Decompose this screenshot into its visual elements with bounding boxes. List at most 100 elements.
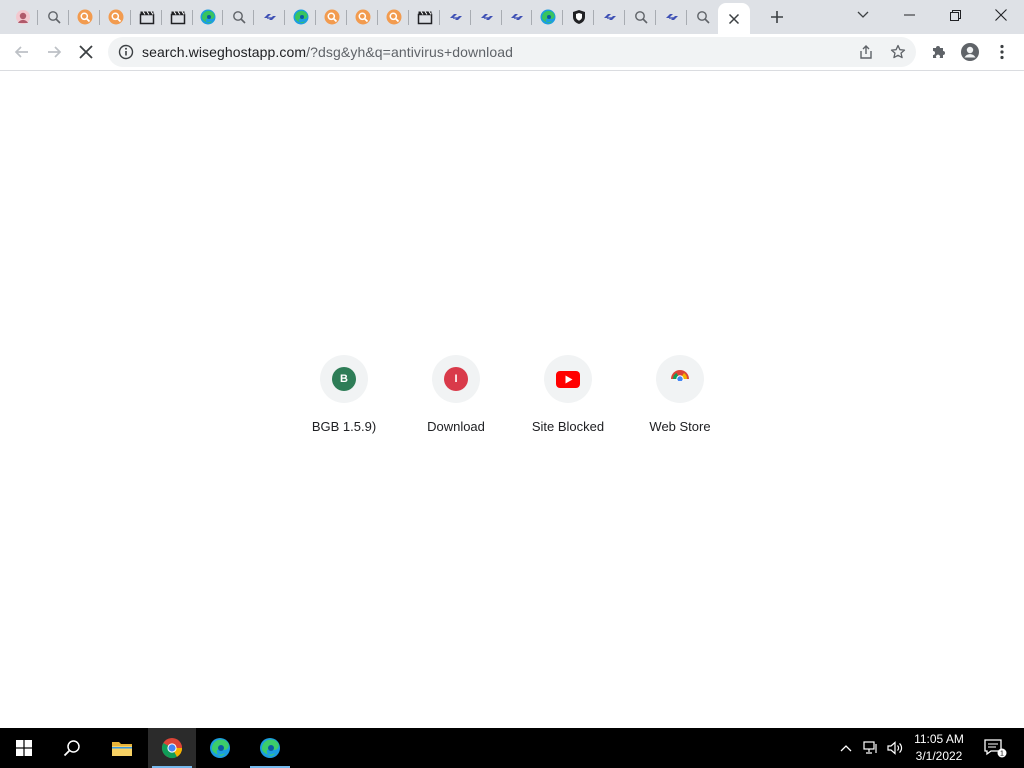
star-icon <box>890 44 906 59</box>
orange-search-icon <box>108 9 124 25</box>
network-button[interactable] <box>860 728 882 768</box>
shortcut-icon-circle: I <box>432 355 480 403</box>
forward-button[interactable] <box>40 38 68 66</box>
tab-close-button[interactable] <box>717 3 750 34</box>
more-vert-icon <box>1000 44 1004 60</box>
chrome-icon <box>161 738 183 759</box>
tab-search-button[interactable] <box>840 0 886 30</box>
action-center-button[interactable]: 1 <box>980 728 1010 768</box>
browser-tab[interactable] <box>472 3 502 31</box>
shortcut-tile-download[interactable]: I Download <box>400 355 512 439</box>
letter-i-icon: I <box>444 367 468 391</box>
taskbar-search-button[interactable] <box>48 728 96 768</box>
close-icon <box>995 9 1007 21</box>
clock-time: 11:05 AM <box>914 732 964 746</box>
tab-separator <box>624 10 626 25</box>
shortcut-tile-web-store[interactable]: Web Store <box>624 355 736 439</box>
info-icon[interactable] <box>118 44 134 60</box>
back-button[interactable] <box>8 38 36 66</box>
browser-toolbar: search.wiseghostapp.com/?dsg&yh&q=antivi… <box>0 34 1024 71</box>
url-text[interactable]: search.wiseghostapp.com/?dsg&yh&q=antivi… <box>142 44 513 60</box>
orange-search-icon <box>324 9 340 25</box>
browser-tab[interactable] <box>410 3 440 31</box>
address-bar[interactable]: search.wiseghostapp.com/?dsg&yh&q=antivi… <box>108 37 916 67</box>
tab-separator <box>160 10 162 25</box>
tab-separator <box>593 10 595 25</box>
browser-tab[interactable] <box>595 3 626 31</box>
clapperboard-icon <box>170 11 185 25</box>
start-button[interactable] <box>0 728 48 768</box>
close-icon <box>728 13 739 24</box>
taskbar-file-explorer[interactable] <box>98 728 146 768</box>
browser-tab[interactable] <box>379 3 409 31</box>
tab-separator <box>253 10 255 25</box>
browser-tab[interactable] <box>317 3 347 31</box>
edge-icon <box>260 738 280 758</box>
browser-tab[interactable] <box>688 3 718 31</box>
browser-tab[interactable] <box>657 3 687 31</box>
tab-separator <box>37 10 38 25</box>
browser-tab[interactable] <box>502 3 533 31</box>
taskbar-clock[interactable]: 11:05 AM 3/1/2022 <box>904 731 974 765</box>
browser-tab[interactable] <box>163 3 193 31</box>
minimize-icon <box>903 14 915 16</box>
tab-separator <box>191 10 193 25</box>
extensions-button[interactable] <box>924 38 952 66</box>
tab-separator <box>284 10 286 25</box>
browser-tab[interactable] <box>626 3 656 31</box>
tab-separator <box>500 10 502 25</box>
browser-tab[interactable] <box>70 3 100 31</box>
volume-button[interactable] <box>884 728 906 768</box>
clapperboard-icon <box>417 11 432 25</box>
new-tab-button[interactable] <box>764 5 790 29</box>
browser-tab[interactable] <box>441 3 471 31</box>
browser-tab[interactable] <box>101 3 131 31</box>
browser-tab[interactable] <box>564 3 595 31</box>
bookmark-star-button[interactable] <box>887 41 909 63</box>
taskbar-edge[interactable] <box>196 728 244 768</box>
windows-start-icon <box>16 740 32 756</box>
network-icon <box>863 741 877 754</box>
shortcut-tile-bgb[interactable]: B BGB 1.5.9) <box>288 355 400 439</box>
window-close-button[interactable] <box>978 0 1024 30</box>
share-button[interactable] <box>855 41 877 63</box>
blue-link-icon <box>449 14 462 20</box>
browser-tab[interactable] <box>132 3 162 31</box>
search-icon <box>635 11 648 24</box>
show-hidden-icons-button[interactable] <box>836 728 856 768</box>
browser-tab[interactable] <box>224 3 255 31</box>
tab-separator <box>469 10 471 25</box>
profile-button[interactable] <box>956 38 984 66</box>
restore-button[interactable] <box>932 0 978 30</box>
green-swirl-icon <box>540 9 556 25</box>
browser-tab[interactable] <box>39 3 69 31</box>
avatar-icon <box>961 43 979 61</box>
browser-tab[interactable] <box>8 3 38 31</box>
taskbar-edge-2[interactable] <box>246 728 294 768</box>
tab-separator <box>346 10 347 25</box>
blue-link-icon <box>604 14 617 20</box>
browser-tab[interactable] <box>348 3 378 31</box>
stop-loading-button[interactable] <box>72 38 100 66</box>
shortcut-tile-site-blocked[interactable]: Site Blocked <box>512 355 624 439</box>
file-explorer-icon <box>112 742 132 756</box>
stop-icon <box>79 45 93 59</box>
minimize-button[interactable] <box>886 0 932 30</box>
browser-tab[interactable] <box>286 3 317 31</box>
blue-link-icon <box>264 14 277 20</box>
letter-b-icon: B <box>332 367 356 391</box>
browser-tab[interactable] <box>193 3 224 31</box>
browser-tab[interactable] <box>533 3 564 31</box>
search-icon <box>696 11 710 24</box>
tab-separator <box>655 10 656 25</box>
share-icon <box>860 45 872 59</box>
plus-icon <box>771 11 783 23</box>
browser-tab[interactable] <box>255 3 286 31</box>
menu-button[interactable] <box>988 38 1016 66</box>
page-content: B BGB 1.5.9) I Download Site Blocked Web… <box>0 71 1024 728</box>
tab-separator <box>376 10 378 25</box>
taskbar-chrome[interactable] <box>148 728 196 768</box>
shortcut-label: BGB 1.5.9) <box>311 419 377 434</box>
chrome-web-store-icon <box>671 370 689 387</box>
arrow-left-icon <box>14 46 28 58</box>
